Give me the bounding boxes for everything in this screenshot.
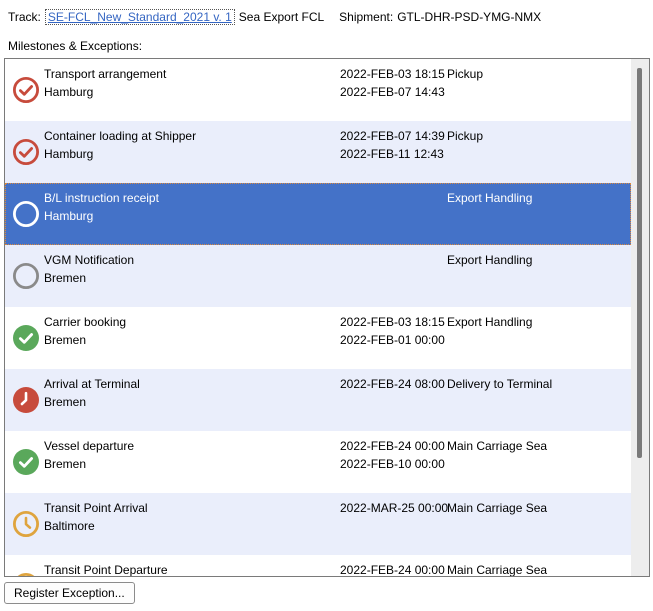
milestone-date-2: 2022-FEB-11 12:43	[340, 147, 444, 161]
milestone-category: Main Carriage Sea	[447, 563, 547, 577]
milestone-category: Pickup	[447, 129, 483, 143]
milestone-title: Container loading at Shipper	[44, 129, 196, 143]
clock-outline-icon	[12, 510, 40, 538]
track-label: Track:	[8, 10, 41, 24]
milestone-date-1: 2022-FEB-07 14:39	[340, 129, 445, 143]
milestone-date-1: 2022-MAR-25 00:00	[340, 501, 448, 515]
milestone-title: Transit Point Arrival	[44, 501, 148, 515]
milestone-date-1: 2022-FEB-24 00:00	[340, 439, 445, 453]
circle-outline-icon	[12, 262, 40, 290]
milestone-title: VGM Notification	[44, 253, 134, 267]
milestone-location: Hamburg	[44, 85, 93, 99]
milestone-row[interactable]: Transit Point Departure 2022-FEB-24 00:0…	[5, 555, 631, 577]
milestones-listbox: Transport arrangement Hamburg 2022-FEB-0…	[4, 58, 650, 577]
milestone-location: Bremen	[44, 333, 86, 347]
milestone-title: Vessel departure	[44, 439, 134, 453]
milestone-date-1: 2022-FEB-03 18:15	[340, 315, 445, 329]
check-filled-icon	[12, 324, 40, 352]
vertical-scrollbar[interactable]	[631, 59, 649, 576]
milestone-title: B/L instruction receipt	[44, 191, 159, 205]
milestone-title: Transit Point Departure	[44, 563, 168, 577]
header-bar: Track: SE-FCL_New_Standard_2021 v. 1 Sea…	[8, 8, 648, 26]
milestone-location: Bremen	[44, 395, 86, 409]
milestone-category: Main Carriage Sea	[447, 439, 547, 453]
milestone-category: Main Carriage Sea	[447, 501, 547, 515]
milestones-list-label: Milestones & Exceptions:	[8, 39, 142, 53]
milestone-category: Export Handling	[447, 315, 532, 329]
milestone-date-2: 2022-FEB-07 14:43	[340, 85, 445, 99]
milestone-location: Hamburg	[44, 209, 93, 223]
register-exception-button[interactable]: Register Exception...	[4, 582, 135, 604]
milestone-row[interactable]: Vessel departure Bremen 2022-FEB-24 00:0…	[5, 431, 631, 493]
check-outline-icon	[12, 76, 40, 104]
milestone-row[interactable]: Carrier booking Bremen 2022-FEB-03 18:15…	[5, 307, 631, 369]
milestone-row[interactable]: VGM Notification Bremen Export Handling	[5, 245, 631, 307]
check-filled-icon	[12, 448, 40, 476]
milestone-row[interactable]: Arrival at Terminal Bremen 2022-FEB-24 0…	[5, 369, 631, 431]
milestone-date-1: 2022-FEB-24 08:00	[340, 377, 445, 391]
milestone-category: Export Handling	[447, 191, 532, 205]
milestone-date-1: 2022-FEB-03 18:15	[340, 67, 445, 81]
milestone-category: Pickup	[447, 67, 483, 81]
clock-outline-icon	[12, 572, 40, 577]
milestone-date-2: 2022-FEB-01 00:00	[340, 333, 445, 347]
milestone-row[interactable]: Transit Point Arrival Baltimore 2022-MAR…	[5, 493, 631, 555]
milestone-category: Export Handling	[447, 253, 532, 267]
milestone-date-2: 2022-FEB-10 00:00	[340, 457, 445, 471]
shipment-value: GTL-DHR-PSD-YMG-NMX	[397, 10, 541, 24]
milestones-rows: Transport arrangement Hamburg 2022-FEB-0…	[5, 59, 631, 577]
milestone-date-1: 2022-FEB-24 00:00	[340, 563, 445, 577]
check-outline-icon	[12, 138, 40, 166]
milestone-row[interactable]: Container loading at Shipper Hamburg 202…	[5, 121, 631, 183]
milestone-row[interactable]: B/L instruction receipt Hamburg Export H…	[5, 183, 631, 245]
track-type-text: Sea Export FCL	[239, 10, 324, 24]
milestone-location: Bremen	[44, 271, 86, 285]
clock-filled-icon	[12, 386, 40, 414]
scrollbar-thumb[interactable]	[637, 68, 642, 458]
milestone-category: Delivery to Terminal	[447, 377, 552, 391]
milestone-location: Baltimore	[44, 519, 95, 533]
circle-outline-icon	[12, 200, 40, 228]
milestone-title: Carrier booking	[44, 315, 126, 329]
shipment-label: Shipment:	[339, 10, 393, 24]
milestone-row[interactable]: Transport arrangement Hamburg 2022-FEB-0…	[5, 59, 631, 121]
milestone-location: Bremen	[44, 457, 86, 471]
track-link[interactable]: SE-FCL_New_Standard_2021 v. 1	[45, 9, 235, 25]
milestone-location: Hamburg	[44, 147, 93, 161]
milestone-title: Transport arrangement	[44, 67, 166, 81]
milestone-title: Arrival at Terminal	[44, 377, 140, 391]
